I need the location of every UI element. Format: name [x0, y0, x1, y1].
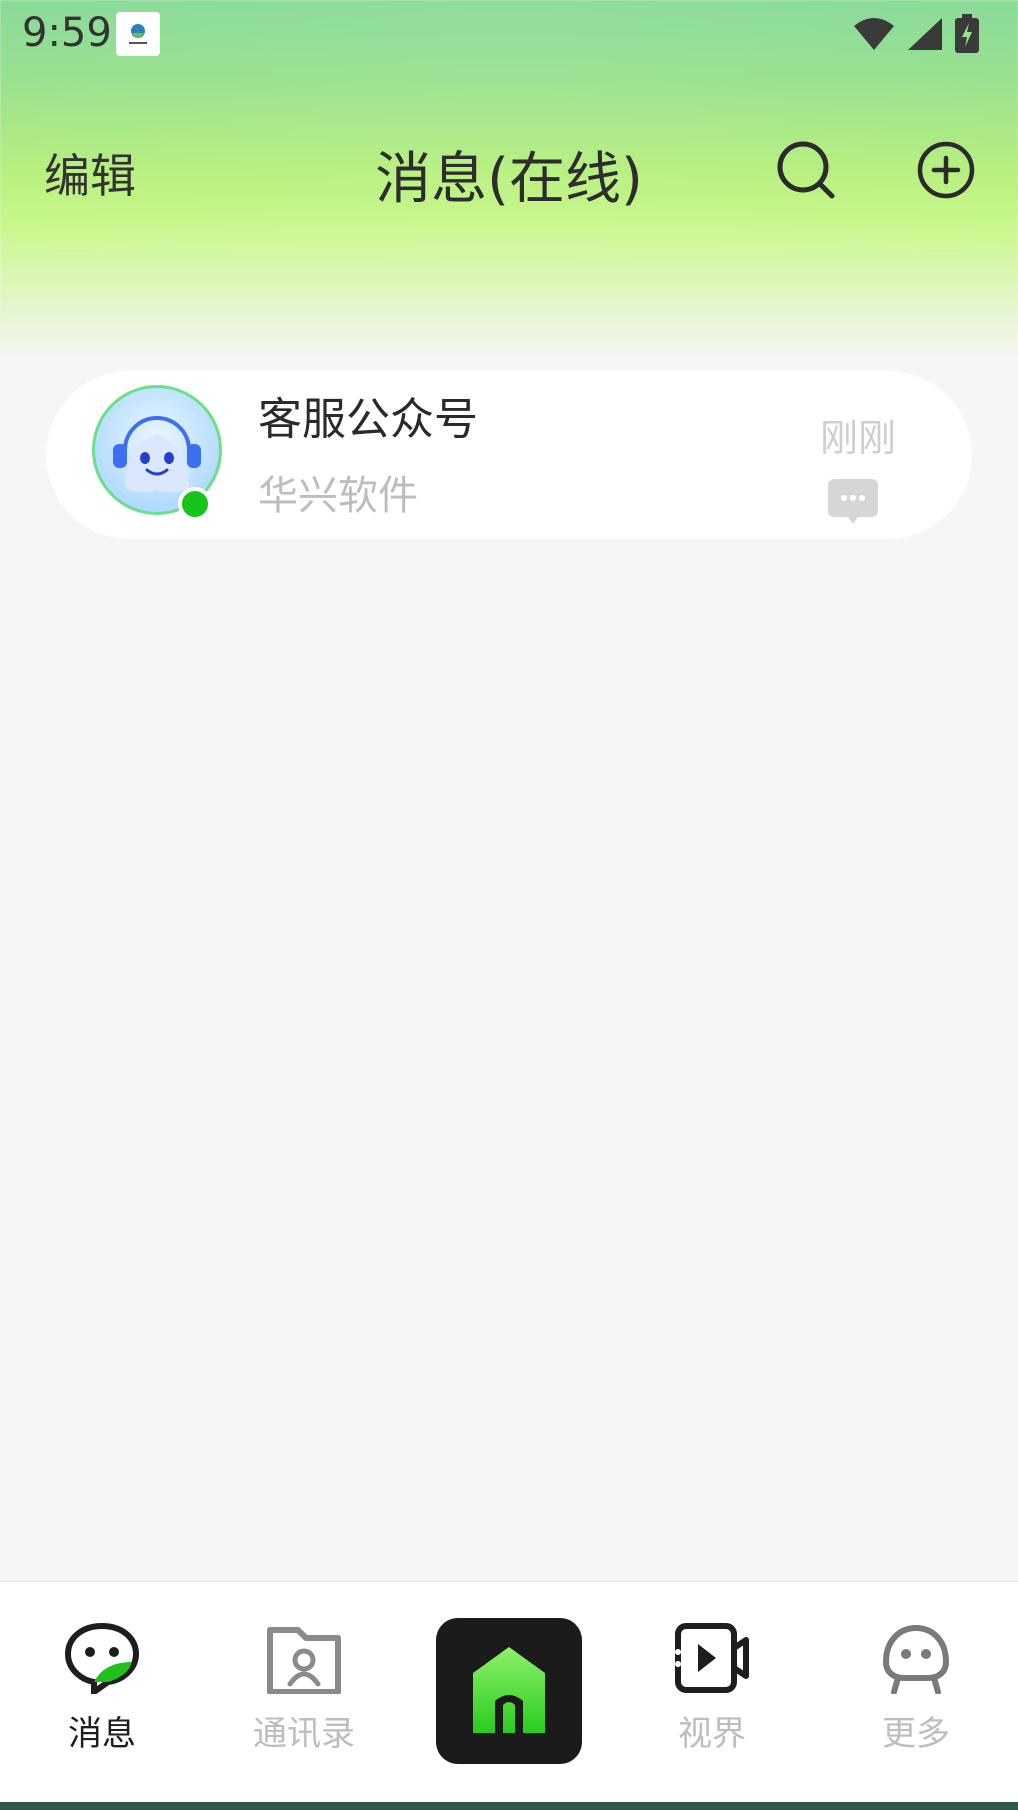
battery-icon: [955, 14, 979, 53]
message-bubble-icon: [828, 479, 878, 524]
online-status-dot: [178, 487, 212, 521]
nav-label-messages: 消息: [68, 1714, 136, 1754]
app-logo-icon: [116, 12, 160, 56]
nav-item-home[interactable]: [436, 1618, 582, 1764]
system-navigation-bar: [0, 1802, 1018, 1810]
conversation-subtitle: 华兴软件: [258, 473, 418, 519]
nav-label-contacts: 通讯录: [253, 1714, 355, 1754]
robot-icon: [882, 1624, 950, 1695]
nav-item-messages[interactable]: 消息: [32, 1622, 172, 1755]
bottom-navigation: 消息 通讯录 视界 更多: [0, 1580, 1018, 1810]
contacts-icon: [267, 1627, 341, 1695]
chat-bubble-icon: [64, 1622, 140, 1698]
status-icons: [852, 14, 980, 54]
conversation-time: 刚刚: [820, 416, 897, 460]
add-circle-icon[interactable]: [916, 140, 976, 200]
nav-item-contacts[interactable]: 通讯录: [234, 1622, 374, 1755]
nav-item-vision[interactable]: 视界: [642, 1622, 782, 1755]
conversation-name: 客服公众号: [258, 394, 478, 445]
video-icon: [675, 1623, 749, 1693]
nav-label-more: 更多: [882, 1714, 950, 1754]
cellular-icon: [908, 18, 942, 50]
status-time: 9:59: [22, 10, 112, 56]
nav-label-vision: 视界: [678, 1714, 746, 1754]
home-icon: [473, 1647, 545, 1733]
page-title: 消息(在线): [375, 147, 643, 212]
wifi-icon: [854, 18, 894, 50]
search-icon[interactable]: [776, 140, 836, 200]
nav-item-more[interactable]: 更多: [846, 1622, 986, 1755]
conversation-item[interactable]: 客服公众号 华兴软件 刚刚: [46, 371, 972, 539]
